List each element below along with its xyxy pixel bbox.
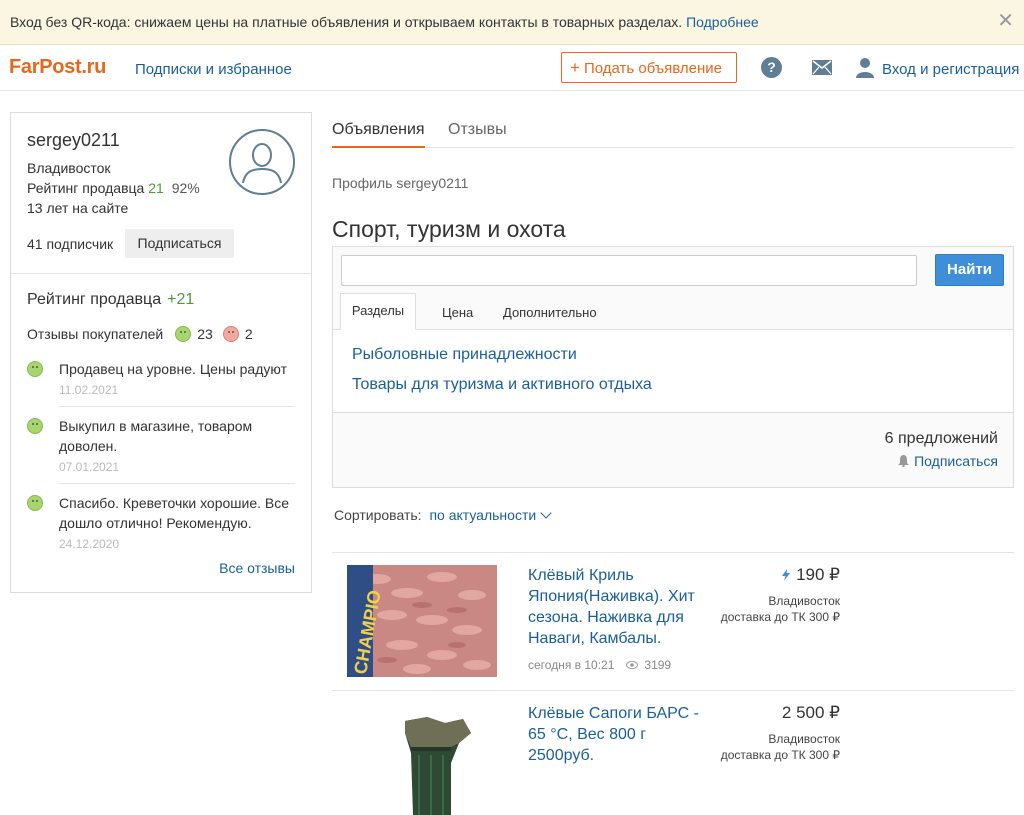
seller-city: Владивосток xyxy=(27,160,111,176)
offers-count: 6 предложений xyxy=(884,430,998,447)
divider xyxy=(332,552,1014,553)
all-reviews-link[interactable]: Все отзывы xyxy=(219,560,295,576)
listing-city: Владивосток xyxy=(768,732,840,746)
subscriber-count: 41 подписчик xyxy=(27,236,114,252)
review-date: 24.12.2020 xyxy=(59,537,120,551)
seller-rating: Рейтинг продавца 21 92% xyxy=(27,180,200,196)
site-logo[interactable]: FarPost.ru xyxy=(9,56,106,79)
user-icon[interactable] xyxy=(855,57,875,78)
listing-price: 2 500 ₽ xyxy=(782,703,840,723)
listing-price: 190 ₽ xyxy=(782,565,840,585)
divider xyxy=(59,483,295,484)
positive-smile-icon xyxy=(27,418,43,434)
listing-views: 3199 xyxy=(644,658,672,672)
info-banner: Вход без QR-кода: снижаем цены на платны… xyxy=(0,0,1024,45)
seller-profile-card: sergey0211 Владивосток Рейтинг продавца … xyxy=(10,112,312,593)
negative-count: 2 xyxy=(244,326,253,342)
avatar-placeholder-icon xyxy=(242,143,282,184)
logo-domain: .ru xyxy=(81,56,107,78)
review-text: Выкупил в магазине, товаром доволен. xyxy=(59,418,253,454)
sort-value: по актуальности xyxy=(429,507,537,523)
subscribe-label: Подписаться xyxy=(914,453,998,469)
review-date: 07.01.2021 xyxy=(59,460,120,474)
seller-years: 13 лет на сайте xyxy=(27,200,129,216)
search-box: Найти Разделы Цена Дополнительно Рыболов… xyxy=(332,246,1014,488)
close-icon[interactable]: ✕ xyxy=(997,11,1014,31)
rating-title-value: +21 xyxy=(167,291,195,308)
post-ad-button[interactable]: + Подать объявление xyxy=(561,52,737,83)
breadcrumb[interactable]: Профиль sergey0211 xyxy=(332,175,468,191)
post-ad-label: Подать объявление xyxy=(583,60,723,77)
listing-thumbnail[interactable] xyxy=(347,703,497,815)
positive-smile-icon xyxy=(175,326,192,342)
search-input[interactable] xyxy=(341,255,917,286)
listing-delivery: доставка до ТК 300 ₽ xyxy=(720,610,840,624)
search-button[interactable]: Найти xyxy=(935,254,1004,286)
sections-panel: Рыболовные принадлежности Товары для тур… xyxy=(333,330,1013,413)
bell-icon xyxy=(898,455,910,467)
positive-count: 23 xyxy=(197,326,213,342)
section-link-fishing[interactable]: Рыболовные принадлежности xyxy=(352,346,577,364)
tab-ads[interactable]: Объявления xyxy=(332,121,425,148)
profile-tabs: Объявления Отзывы xyxy=(332,112,1014,148)
listing-meta: сегодня в 10:21 3199 xyxy=(528,658,671,672)
reviews-label: Отзывы покупателей xyxy=(27,326,164,342)
login-link[interactable]: Вход и регистрация xyxy=(882,61,1019,78)
sort-dropdown[interactable]: по актуальности xyxy=(429,507,552,523)
mail-icon[interactable] xyxy=(812,60,832,75)
negative-smile-icon xyxy=(222,326,239,342)
review-date: 11.02.2021 xyxy=(59,383,119,397)
eye-icon xyxy=(626,661,639,669)
banner-more-link[interactable]: Подробнее xyxy=(686,14,759,30)
logo-main: FarPost xyxy=(9,56,82,78)
rating-value: 21 xyxy=(148,180,164,196)
site-header: FarPost.ru Подписки и избранное + Подать … xyxy=(0,45,1024,91)
review-text: Продавец на уровне. Цены радуют xyxy=(59,361,287,377)
seller-name: sergey0211 xyxy=(27,130,120,150)
search-tabs: Разделы Цена Дополнительно xyxy=(333,293,1013,330)
listing-date: сегодня в 10:21 xyxy=(528,658,615,672)
buyer-reviews-summary: Отзывы покупателей 23 2 xyxy=(27,326,263,342)
banner-text: Вход без QR-кода: снижаем цены на платны… xyxy=(10,14,759,30)
divider xyxy=(332,690,1014,691)
rating-title-label: Рейтинг продавца xyxy=(27,291,162,308)
rating-label: Рейтинг продавца xyxy=(27,180,145,196)
listing-delivery: доставка до ТК 300 ₽ xyxy=(720,748,840,762)
sort-label: Сортировать: xyxy=(334,507,422,523)
positive-smile-icon xyxy=(27,495,43,511)
avatar xyxy=(229,129,295,195)
tab-additional[interactable]: Дополнительно xyxy=(503,305,597,320)
rating-section-title: Рейтинг продавца +21 xyxy=(27,291,194,309)
listing-title[interactable]: Клёвый Криль Япония(Наживка). Хит сезона… xyxy=(528,565,708,649)
divider xyxy=(11,273,311,274)
listing-city: Владивосток xyxy=(768,594,840,608)
review-text: Спасибо. Креветочки хорошие. Все дошло о… xyxy=(59,495,290,531)
section-link-tourism[interactable]: Товары для туризма и активного отдыха xyxy=(352,376,652,394)
positive-smile-icon xyxy=(27,361,43,377)
tab-sections[interactable]: Разделы xyxy=(340,293,416,330)
divider xyxy=(59,406,295,407)
tab-reviews[interactable]: Отзывы xyxy=(448,121,507,139)
tab-price[interactable]: Цена xyxy=(442,305,473,320)
listing-thumbnail[interactable]: CHAMPIO xyxy=(347,565,497,677)
help-icon[interactable]: ? xyxy=(761,57,782,78)
price-value: 2 500 ₽ xyxy=(781,703,840,722)
subscribe-search-link[interactable]: Подписаться xyxy=(898,453,998,469)
lightning-icon xyxy=(782,569,791,581)
price-value: 190 ₽ xyxy=(796,565,840,584)
subscribe-button[interactable]: Подписаться xyxy=(125,229,234,258)
page-title: Спорт, туризм и охота xyxy=(332,216,566,242)
chevron-down-icon xyxy=(540,507,552,519)
sort-control: Сортировать: по актуальности xyxy=(334,507,552,523)
subscriptions-link[interactable]: Подписки и избранное xyxy=(135,61,292,78)
listing-title[interactable]: Клёвые Сапоги БАРС - 65 °C, Вес 800 г 25… xyxy=(528,703,708,766)
plus-icon: + xyxy=(570,58,580,77)
banner-message: Вход без QR-кода: снижаем цены на платны… xyxy=(10,14,683,30)
rating-percent: 92% xyxy=(171,180,200,196)
